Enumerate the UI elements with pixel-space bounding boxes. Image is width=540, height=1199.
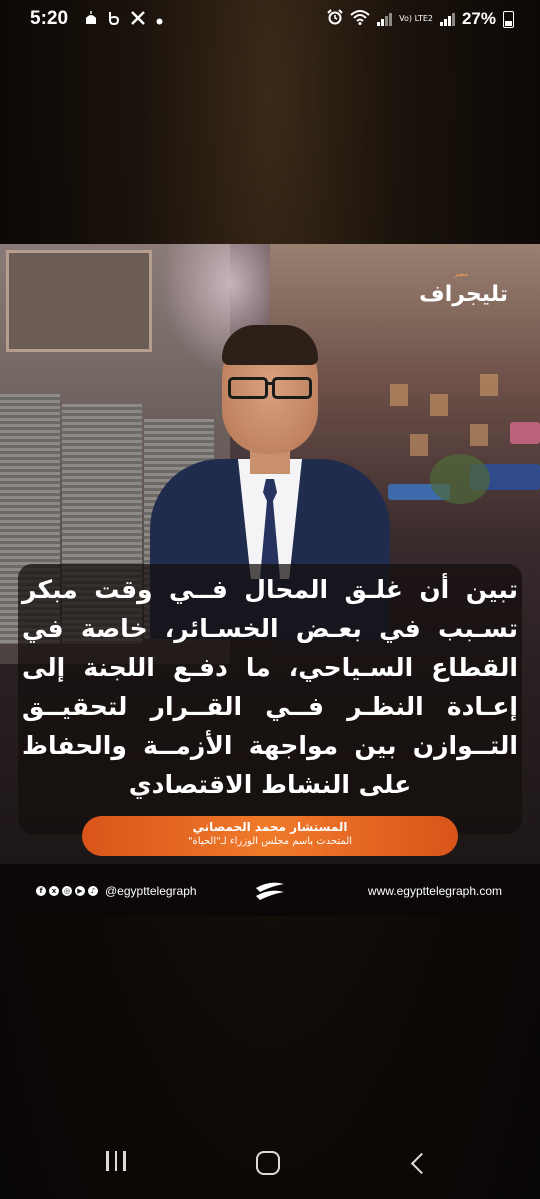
status-left-icons — [84, 10, 163, 30]
wifi-icon — [350, 9, 370, 29]
recents-button[interactable] — [96, 1148, 136, 1178]
back-button[interactable] — [398, 1148, 438, 1178]
signal-icon — [377, 12, 393, 26]
building-window — [430, 394, 448, 416]
telegraph-logo: تليجراف — [419, 282, 508, 307]
speaker-name: المستشار محمد الحمصاني — [192, 820, 348, 834]
hair — [222, 325, 318, 365]
battery-percent: 27% — [461, 9, 496, 28]
news-poster-image: تليجراف مصر تبين أن غلـق المحال فــي وقت… — [0, 244, 540, 916]
youtube-icon: ▶ — [75, 886, 85, 896]
glasses — [228, 377, 312, 399]
home-button[interactable] — [248, 1148, 288, 1178]
mosque-icon — [84, 11, 98, 29]
dot-icon — [156, 11, 163, 29]
social-links: f x ◎ ▶ ♪ @egypttelegraph — [36, 884, 197, 898]
status-right-icons: Vo) LTE2 27% — [327, 9, 514, 29]
volte-icon: Vo) LTE2 — [399, 14, 433, 23]
back-icon — [410, 1152, 432, 1174]
logo-text: تليجراف — [419, 282, 508, 307]
status-time: 5:20 — [30, 8, 69, 29]
battery-icon — [503, 10, 514, 28]
home-icon — [256, 1151, 280, 1175]
instagram-icon: ◎ — [62, 886, 72, 896]
logo-subtext: مصر — [454, 270, 468, 278]
tree — [430, 454, 490, 504]
billboard — [6, 250, 152, 352]
signal-icon — [439, 12, 455, 26]
speaker-title: المتحدث باسم مجلس الوزراء لـ"الحياة" — [187, 836, 353, 847]
notification-b-icon — [108, 11, 120, 29]
building-window — [470, 424, 488, 446]
telegraph-brand-icon — [256, 882, 284, 900]
website-url: www.egypttelegraph.com — [367, 884, 502, 898]
building-window — [410, 434, 428, 456]
status-bar: 5:20 Vo) LTE2 27% — [0, 0, 540, 40]
alarm-icon — [327, 9, 343, 29]
x-icon: x — [49, 886, 59, 896]
social-handle: @egypttelegraph — [105, 884, 197, 898]
poster-footer: f x ◎ ▶ ♪ @egypttelegraph www.egyptteleg… — [0, 864, 540, 916]
building-window — [390, 384, 408, 406]
building-window — [480, 374, 498, 396]
x-icon — [130, 10, 146, 30]
tiktok-icon: ♪ — [88, 886, 98, 896]
shop-sign — [510, 422, 540, 444]
speaker-badge: المستشار محمد الحمصاني المتحدث باسم مجلس… — [82, 816, 458, 856]
facebook-icon: f — [36, 886, 46, 896]
quote-text: تبين أن غلـق المحال فــي وقت مبكر تسـبب … — [22, 575, 518, 799]
navigation-bar — [0, 1120, 540, 1199]
recents-icon — [103, 1151, 129, 1175]
